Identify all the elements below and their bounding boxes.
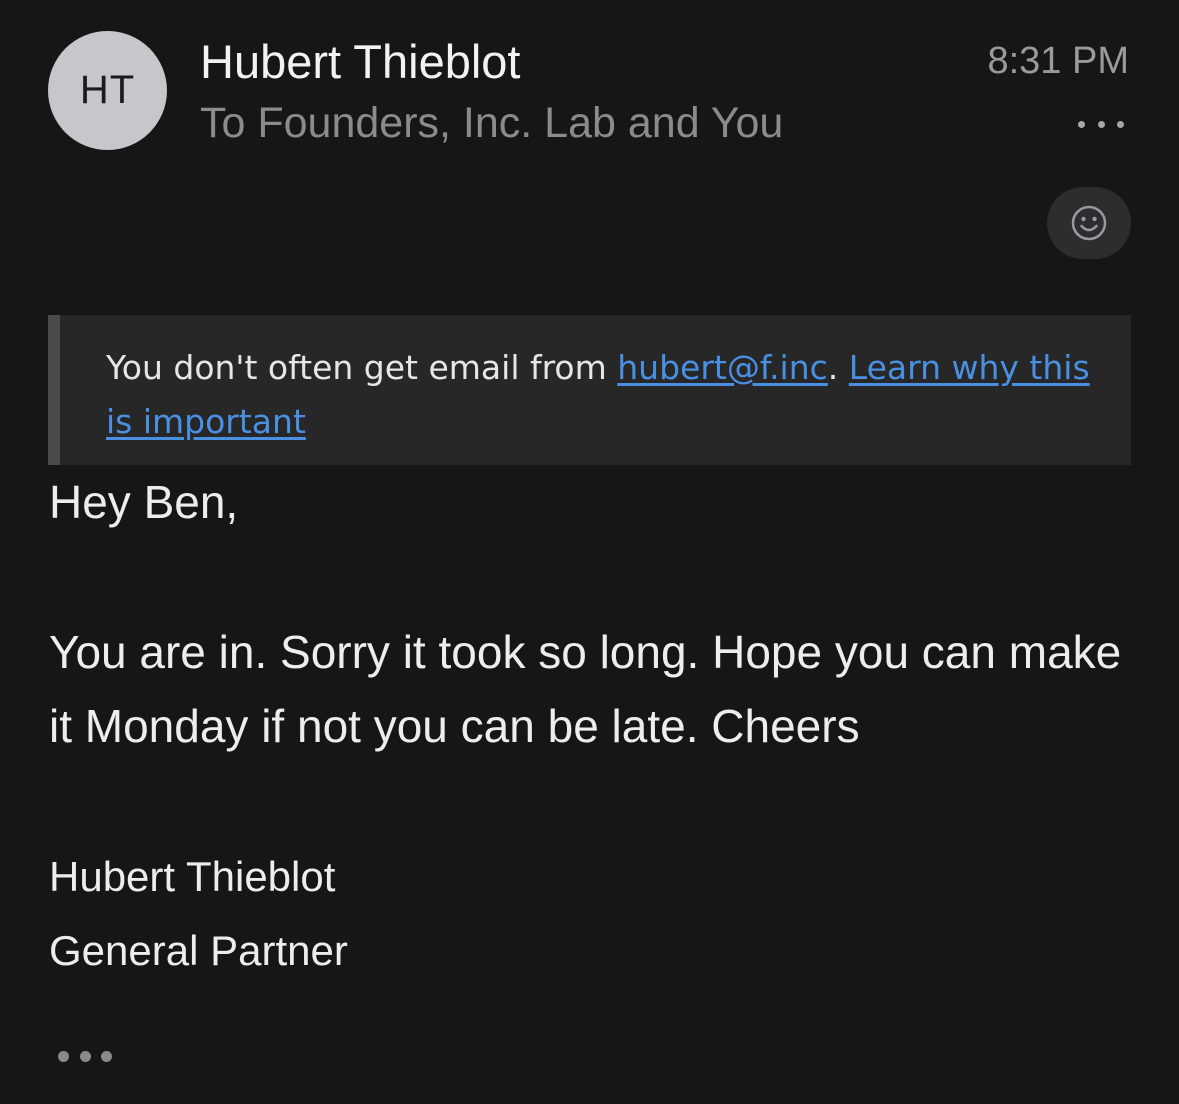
more-actions-button[interactable]: [1078, 112, 1124, 136]
message-header: HT Hubert Thieblot To Founders, Inc. Lab…: [0, 0, 1179, 280]
sender-avatar[interactable]: HT: [48, 31, 167, 150]
avatar-initials: HT: [79, 68, 136, 112]
message-body: You are in. Sorry it took so long. Hope …: [49, 626, 1122, 752]
notice-text: You don't often get email from hubert@f.…: [106, 341, 1096, 449]
ellipsis-icon: [1078, 120, 1085, 128]
smiley-icon: [1071, 205, 1107, 241]
external-sender-notice: You don't often get email from hubert@f.…: [48, 315, 1131, 465]
notice-separator: .: [827, 348, 849, 387]
message-time: 8:31 PM: [987, 40, 1129, 82]
show-quoted-text-button[interactable]: [58, 1044, 112, 1068]
sender-name[interactable]: Hubert Thieblot: [200, 34, 521, 89]
sender-email-link[interactable]: hubert@f.inc: [617, 348, 828, 387]
signature-title: General Partner: [49, 927, 348, 974]
ellipsis-icon: [58, 1050, 69, 1062]
message-greeting: Hey Ben,: [49, 476, 239, 528]
add-reaction-button[interactable]: [1047, 187, 1131, 259]
notice-text-before: You don't often get email from: [106, 348, 618, 387]
recipients-line[interactable]: To Founders, Inc. Lab and You: [200, 99, 783, 148]
signature-name: Hubert Thieblot: [49, 853, 336, 900]
